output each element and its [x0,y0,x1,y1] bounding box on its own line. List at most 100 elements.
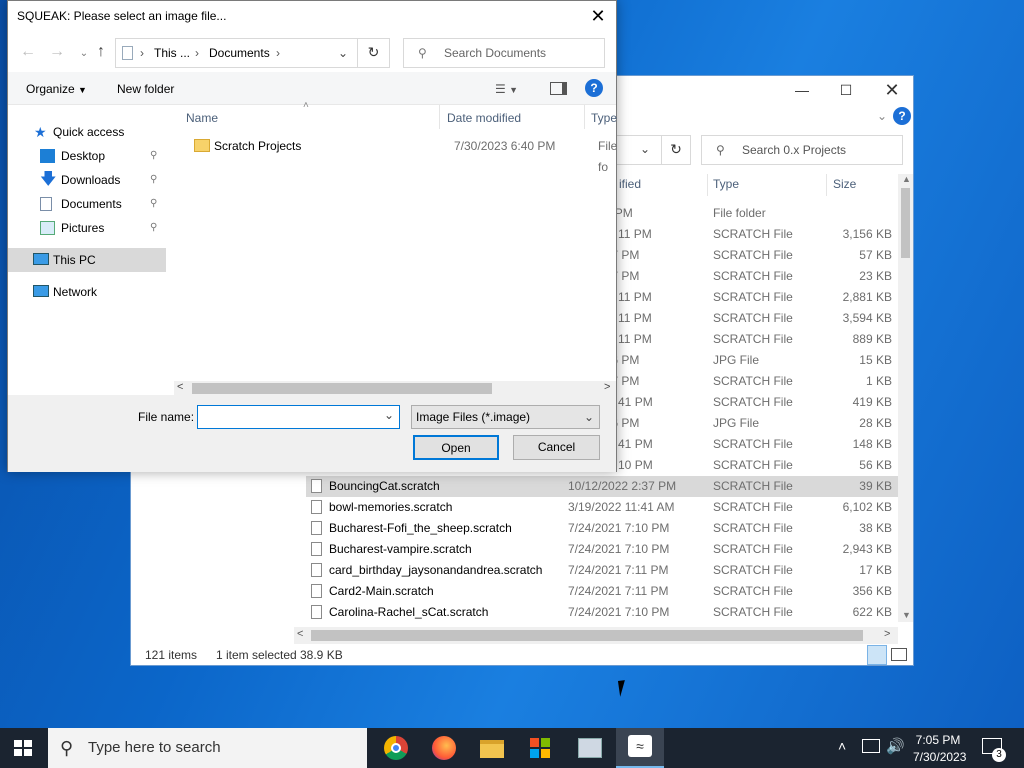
cell-size: 148 KB [852,437,892,451]
cell-type: SCRATCH File [713,269,793,283]
details-view-icon[interactable] [867,645,887,665]
address-dropdown[interactable]: ⌄ [611,135,661,165]
pin-icon[interactable]: ⚲ [150,144,157,168]
computer-icon [33,253,49,265]
file-name-input[interactable]: ⌄ [197,405,400,429]
table-row[interactable]: card_birthday_jaysonandandrea.scratch 7/2… [306,560,902,581]
column-type[interactable]: Type [591,111,617,125]
refresh-button[interactable]: ↻ [661,135,691,165]
file-explorer-icon[interactable] [472,732,510,764]
organize-button[interactable]: Organize ▼ [26,82,87,96]
breadcrumb-this-pc[interactable]: This ... [154,39,190,67]
download-arrow-icon: 🡇 [40,171,57,188]
table-row[interactable]: Card2-Main.scratch 7/24/2021 7:11 PM SCRAT… [306,581,902,602]
refresh-button[interactable]: ↻ [358,38,390,68]
cell-size: 56 KB [859,458,892,472]
file-icon [311,563,322,577]
search-input[interactable]: ⚲ Search Documents [403,38,605,68]
column-name[interactable]: Name [186,111,218,125]
firefox-icon[interactable] [424,732,462,764]
cell-size: 39 KB [859,479,892,493]
new-folder-button[interactable]: New folder [117,82,174,96]
search-placeholder: Search 0.x Projects [742,143,847,157]
close-button[interactable]: ✕ [869,76,915,106]
app-window-icon[interactable] [570,732,608,764]
cell-date: 7/24/2021 7:10 PM [568,542,670,556]
cell-date: 7/24/2021 7:11 PM [568,563,669,577]
star-icon: ★ [34,124,47,140]
pictures-icon [40,221,55,235]
cell-size: 23 KB [859,269,892,283]
folder-icon [194,139,210,152]
minimize-button[interactable]: — [779,76,825,106]
search-input[interactable]: ⚲ Search 0.x Projects [701,135,903,165]
chevron-down-icon[interactable]: ⌄ [877,109,887,123]
cell-size: 2,881 KB [842,290,892,304]
large-icons-view-icon[interactable] [891,648,907,661]
windows-start-icon[interactable] [14,740,32,756]
nav-downloads[interactable]: 🡇 Downloads ⚲ [8,168,165,192]
cell-date: 7/24/2021 7:10 PM [568,521,670,535]
back-arrow-icon[interactable]: ← [17,42,39,64]
table-row[interactable]: Bucharest-Fofi_the_sheep.scratch 7/24/202… [306,518,902,539]
cell-size: 622 KB [852,605,892,619]
cell-type: SCRATCH File [713,248,793,262]
chrome-icon[interactable] [376,732,414,764]
status-item-count: 121 items [145,648,198,662]
nav-network[interactable]: Network [8,280,165,304]
scroll-thumb[interactable] [192,383,492,394]
nav-quick-access[interactable]: ★ Quick access [8,120,165,144]
chevron-up-icon[interactable]: ˄ [838,738,846,754]
table-row[interactable]: bowl-memories.scratch 3/19/2022 11:41 AM S… [306,497,902,518]
vertical-scrollbar[interactable]: ▲ ▼ [898,174,913,622]
search-icon: ⚲ [60,738,74,758]
cancel-button[interactable]: Cancel [513,435,600,460]
nav-pictures[interactable]: Pictures ⚲ [8,216,165,240]
column-modified[interactable]: ified [619,177,641,191]
clock[interactable]: 7:05 PM 7/30/2023 [913,733,966,764]
table-row[interactable]: Bucharest-vampire.scratch 7/24/2021 7:10 … [306,539,902,560]
column-size[interactable]: Size [833,177,856,191]
up-arrow-icon[interactable]: ↑ [90,42,112,64]
nav-this-pc[interactable]: This PC [8,248,166,272]
cell-date: 7/24/2021 7:10 PM [568,605,670,619]
open-button[interactable]: Open [413,435,499,460]
taskbar-search[interactable]: ⚲ Type here to search [48,728,367,768]
pin-icon[interactable]: ⚲ [150,216,157,240]
view-options-icon[interactable]: ☰ ▼ [495,82,518,96]
list-item[interactable]: Scratch Projects 7/30/2023 6:40 PM File … [178,136,618,174]
breadcrumb-documents[interactable]: Documents [209,39,270,67]
horizontal-scrollbar[interactable]: < > [174,381,616,396]
nav-desktop[interactable]: Desktop ⚲ [8,144,165,168]
close-icon[interactable]: ✕ [586,5,610,29]
file-list: ˄ Name Date modified Type Scratch Projec… [166,100,618,396]
help-icon[interactable]: ? [585,79,603,97]
scroll-thumb[interactable] [901,188,910,258]
address-bar[interactable]: › This ... › Documents › ⌄ [115,38,358,68]
volume-icon[interactable]: 🔊 [886,737,905,755]
pin-icon[interactable]: ⚲ [150,168,157,192]
network-icon[interactable] [862,739,880,753]
cell-date: 7/24/2021 7:11 PM [568,584,669,598]
documents-icon [40,197,52,211]
chevron-down-icon[interactable]: ⌄ [384,408,394,422]
file-type-select[interactable]: Image Files (*.image) ⌄ [411,405,600,429]
maximize-button[interactable]: ☐ [823,76,869,106]
scroll-thumb[interactable] [311,630,863,641]
squeak-icon[interactable]: ≈ [616,728,664,768]
documents-folder-icon [122,46,133,60]
nav-documents[interactable]: Documents ⚲ [8,192,165,216]
cell-size: 3,156 KB [842,227,892,241]
column-type[interactable]: Type [713,177,739,191]
forward-arrow-icon[interactable]: → [46,42,68,64]
cell-size: 1 KB [865,374,892,388]
chevron-down-icon[interactable]: ⌄ [338,39,348,67]
pin-icon[interactable]: ⚲ [150,192,157,216]
help-icon[interactable]: ? [893,107,911,125]
table-row[interactable]: Carolina-Rachel_sCat.scratch 7/24/2021 7:… [306,602,902,623]
preview-pane-icon[interactable] [550,82,567,95]
column-date-modified[interactable]: Date modified [447,111,521,125]
horizontal-scrollbar[interactable]: < > [294,627,898,644]
store-icon[interactable] [520,732,558,764]
table-row[interactable]: BouncingCat.scratch 10/12/2022 2:37 PM SCR… [306,476,902,497]
